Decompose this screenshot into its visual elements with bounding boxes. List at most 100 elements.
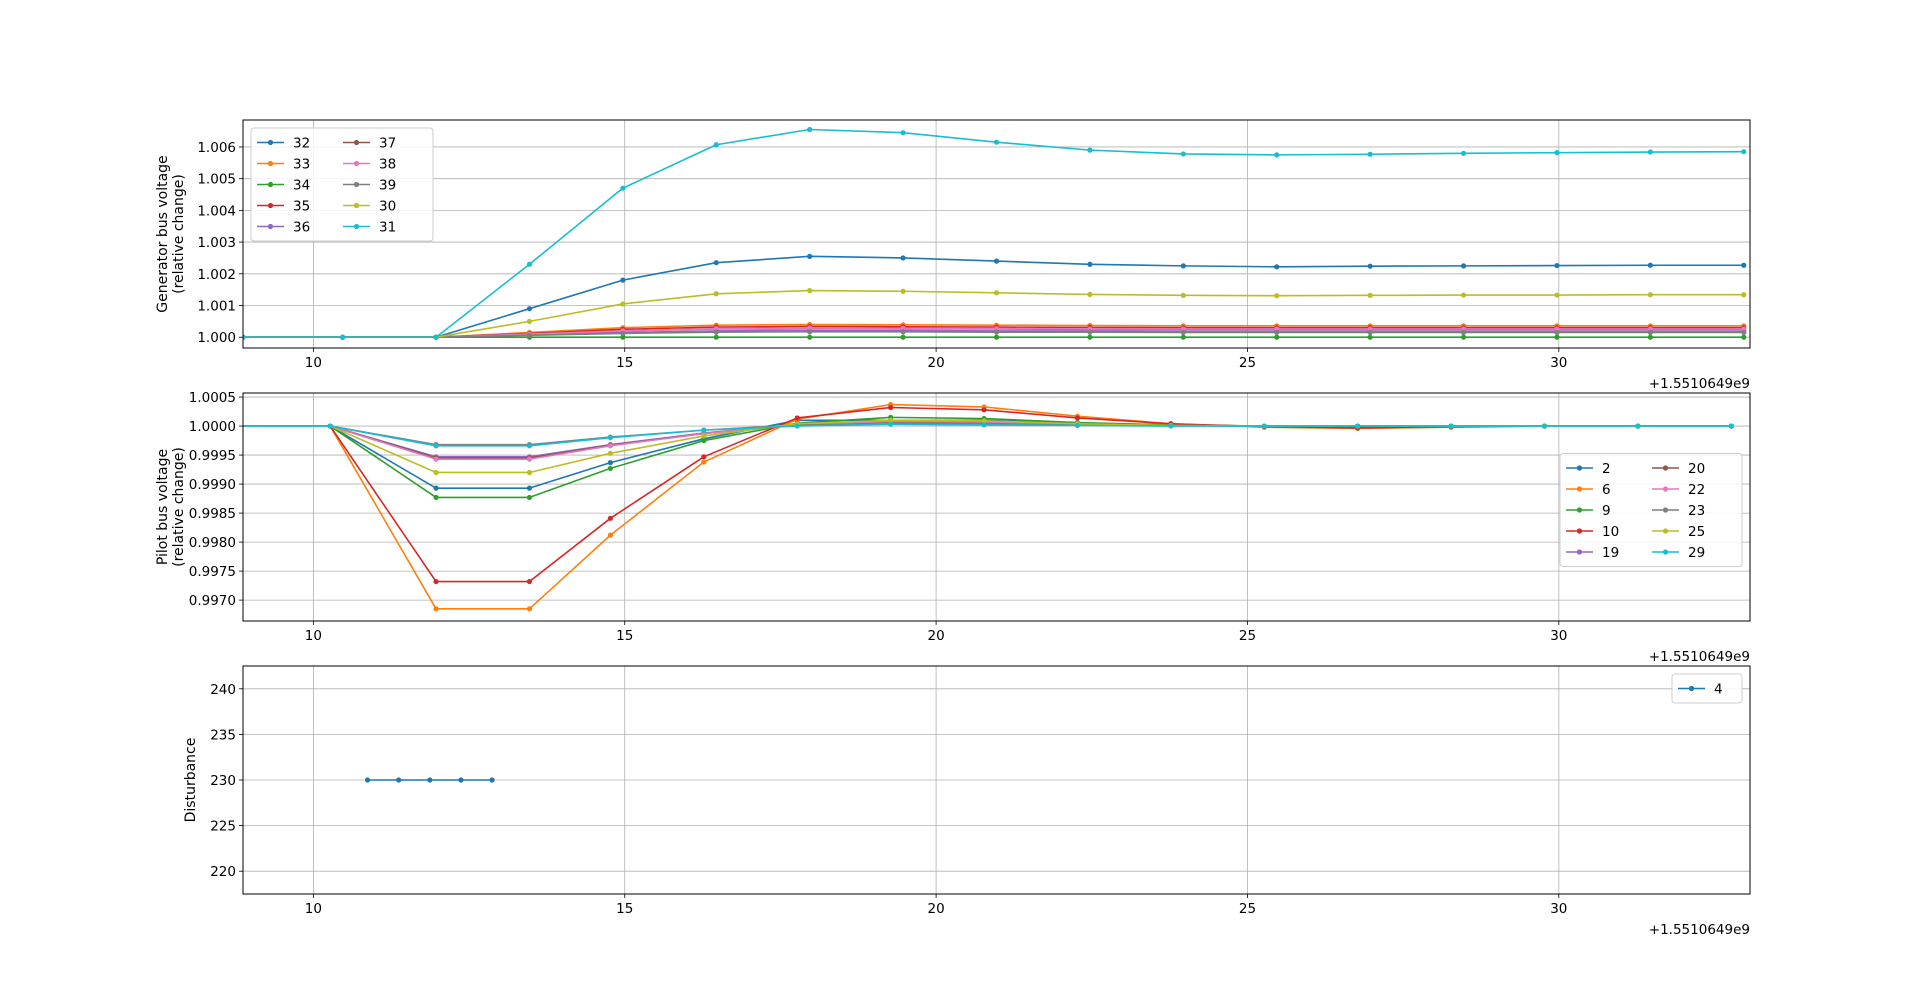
data-point <box>340 334 346 340</box>
data-point <box>607 450 614 456</box>
data-point <box>807 126 813 133</box>
data-point <box>620 277 626 283</box>
legend-label: 34 <box>293 178 310 194</box>
data-point <box>1355 423 1361 429</box>
legend-label: 32 <box>293 136 310 152</box>
figure: 10 15 20 25 30+1.5510649e91.0001.0011.0021.0… <box>155 119 1751 938</box>
y-tick-label: 1.0000 <box>189 419 236 435</box>
legend-marker <box>1576 528 1583 534</box>
data-point <box>1647 262 1653 268</box>
data-point <box>433 334 439 340</box>
data-point <box>607 532 614 538</box>
data-point <box>1087 334 1093 340</box>
legend-marker <box>1662 507 1669 513</box>
data-point <box>1460 263 1467 269</box>
data-point <box>807 288 813 294</box>
data-point <box>327 423 333 429</box>
data-point <box>1168 423 1174 429</box>
data-point <box>1274 152 1280 158</box>
data-point <box>1554 329 1560 336</box>
legend: 2 6 9 10 19 20 22 23 25 29 <box>1559 453 1743 567</box>
data-point <box>607 460 614 466</box>
data-point <box>1180 151 1186 157</box>
y-tick-label: 0.9985 <box>189 506 236 522</box>
data-point <box>433 469 439 476</box>
data-point <box>993 290 1000 296</box>
x-tick-label: 20 <box>928 901 945 917</box>
data-point <box>807 329 813 335</box>
legend-label: 33 <box>293 157 310 173</box>
data-point <box>701 433 707 439</box>
legend-label: 19 <box>1602 545 1619 561</box>
y-tick-label: 240 <box>210 682 236 698</box>
data-point <box>526 306 533 312</box>
data-point <box>1274 329 1280 336</box>
x-tick-label: 25 <box>1239 901 1256 917</box>
x-axis: 10 15 20 25 30 +1.5510649e9 <box>305 348 1750 392</box>
x-tick-label: 15 <box>616 628 633 644</box>
legend-label: 6 <box>1602 482 1611 498</box>
subplot-2: 10 15 20 25 30 +1.5510649e9 0.9970 0.9975 0.9980… <box>155 390 1751 665</box>
y-tick-label: 1.001 <box>197 299 236 315</box>
y-tick-label: 1.006 <box>197 140 236 156</box>
data-point <box>1367 334 1373 340</box>
data-point <box>1274 293 1280 299</box>
data-point <box>1074 415 1081 421</box>
data-point <box>1554 292 1560 298</box>
data-point <box>433 606 439 612</box>
data-point <box>1741 262 1747 268</box>
legend-label: 30 <box>379 199 396 215</box>
legend-label: 22 <box>1688 482 1705 498</box>
data-point <box>1261 423 1267 429</box>
data-point <box>526 578 533 585</box>
data-point <box>620 185 626 191</box>
legend-label: 2 <box>1602 461 1611 477</box>
y-tick-label: 230 <box>210 773 236 789</box>
data-point <box>1554 262 1560 269</box>
y-axis-label: Generator bus voltage <box>155 155 171 312</box>
x-offset-label: +1.5510649e9 <box>1649 922 1750 938</box>
data-point <box>1180 292 1186 298</box>
legend-marker <box>267 202 274 209</box>
data-point <box>993 139 1000 145</box>
data-point <box>1728 423 1734 429</box>
x-tick-label: 25 <box>1239 355 1256 371</box>
data-point <box>433 443 439 449</box>
data-point <box>807 334 813 340</box>
y-axis-label: Disturbance <box>183 738 199 823</box>
y-tick-label: 0.9990 <box>189 477 236 493</box>
legend-marker <box>267 139 274 146</box>
data-point <box>993 258 1000 264</box>
legend-marker <box>1576 507 1583 513</box>
y-axis-label: Pilot bus voltage <box>155 449 171 565</box>
y-tick-label: 0.9970 <box>189 593 236 609</box>
data-point <box>1367 292 1373 298</box>
data-point <box>1460 329 1467 336</box>
legend-label: 23 <box>1688 503 1705 519</box>
legend-label: 39 <box>379 178 396 194</box>
subplot-1: 10 15 20 25 30+1.5510649e91.0001.0011.0021.0… <box>155 119 1751 392</box>
data-point <box>1274 264 1280 270</box>
x-tick-label: 30 <box>1550 355 1567 371</box>
x-tick-label: 30 <box>1550 901 1567 917</box>
data-point <box>993 329 1000 335</box>
legend-label: 38 <box>379 157 396 173</box>
legend-marker <box>353 139 360 146</box>
data-point <box>526 318 533 324</box>
data-point <box>1087 261 1093 267</box>
data-point <box>607 443 614 449</box>
x-axis: 10 15 20 25 30 +1.5510649e9 <box>305 621 1750 665</box>
x-tick-label: 15 <box>616 901 633 917</box>
legend-label: 10 <box>1602 524 1619 540</box>
data-point <box>364 777 371 783</box>
data-point <box>1448 423 1454 429</box>
data-point <box>794 415 800 421</box>
data-point <box>526 494 533 501</box>
data-point <box>1647 334 1653 340</box>
x-tick-label: 15 <box>616 355 633 371</box>
y-tick-label: 1.002 <box>197 267 236 283</box>
data-point <box>526 469 533 476</box>
y-tick-label: 1.000 <box>197 330 236 346</box>
data-point <box>713 260 719 266</box>
legend-marker <box>1662 549 1669 555</box>
